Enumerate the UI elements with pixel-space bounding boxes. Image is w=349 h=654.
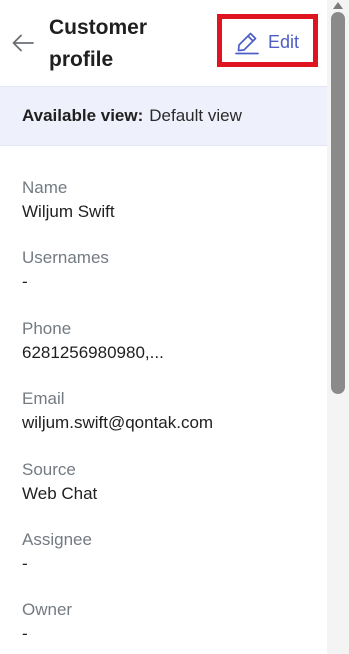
available-view-bar: Available view: Default view xyxy=(0,86,327,146)
field-label: Name xyxy=(22,178,68,197)
page-title: Customer profile xyxy=(49,16,148,71)
field-email: Email wiljum.swift@qontak.com xyxy=(22,387,322,457)
field-label: Source xyxy=(22,459,76,479)
field-value: 6281256980980,... xyxy=(22,342,164,362)
scrollbar-thumb[interactable] xyxy=(331,12,345,394)
scroll-up-arrow-icon[interactable] xyxy=(333,2,343,9)
edit-label: Edit xyxy=(268,31,300,52)
vertical-scrollbar[interactable] xyxy=(327,0,349,654)
field-value: - xyxy=(22,624,28,644)
back-button[interactable] xyxy=(10,30,36,56)
field-label: Email xyxy=(22,389,65,409)
field-owner: Owner - xyxy=(22,598,322,654)
field-value: - xyxy=(22,553,28,573)
field-usernames: Usernames - xyxy=(22,246,322,316)
available-view-value: Default view xyxy=(149,106,242,125)
profile-header: Customer profile Edit xyxy=(0,0,327,86)
field-value: wiljum.swift@qontak.com xyxy=(22,413,214,433)
edit-button[interactable]: Edit xyxy=(234,28,299,56)
field-source: Source Web Chat xyxy=(22,458,322,528)
field-label: Assignee xyxy=(22,529,92,549)
arrow-left-icon xyxy=(12,34,34,52)
field-value: - xyxy=(22,272,28,292)
field-value: Web Chat xyxy=(22,483,98,503)
field-phone: Phone 6281256980980,... xyxy=(22,317,322,387)
field-assignee: Assignee - xyxy=(22,528,322,598)
field-name: Name Wiljum Swift xyxy=(22,176,322,246)
field-label: Phone xyxy=(22,318,72,338)
profile-fields: Name Wiljum Swift Usernames - Phone 6281… xyxy=(22,176,322,654)
customer-profile-panel: Customer profile Edit Available view: De… xyxy=(0,0,327,654)
available-view-label: Available view: xyxy=(22,106,144,125)
pencil-icon xyxy=(235,32,259,55)
field-value: Wiljum Swift xyxy=(22,202,115,221)
field-label: Usernames xyxy=(22,248,109,268)
field-label: Owner xyxy=(22,600,73,620)
